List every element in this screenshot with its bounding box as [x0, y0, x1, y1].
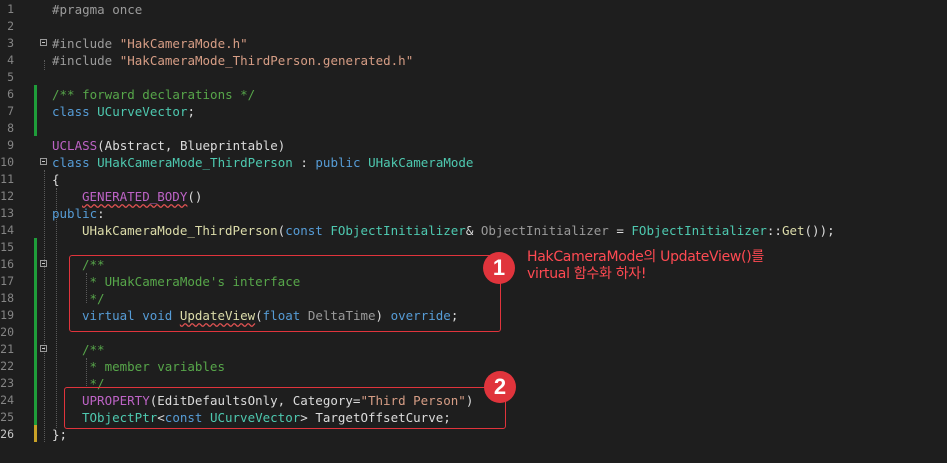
annotation-badge-1: 1	[483, 252, 515, 284]
fold-toggle-icon[interactable]	[40, 260, 47, 267]
code-text: {	[52, 172, 60, 187]
line-number: 24	[0, 393, 14, 407]
line-number: 14	[0, 223, 14, 237]
code-editor[interactable]: 1 #pragma once 2 3 #include "HakCameraMo…	[0, 0, 947, 463]
code-line-13[interactable]: 13 public:	[0, 205, 947, 222]
code-text: class UHakCameraMode_ThirdPerson : publi…	[52, 155, 474, 170]
annotation-note-line-2: virtual 함수화 하자!	[527, 266, 647, 282]
code-line-14[interactable]: 14 UHakCameraMode_ThirdPerson(const FObj…	[0, 222, 947, 239]
code-line-4[interactable]: 4 #include "HakCameraMode_ThirdPerson.ge…	[0, 52, 947, 69]
line-number: 2	[7, 19, 14, 33]
code-text: * member variables	[82, 359, 225, 374]
code-text: /**	[82, 342, 105, 357]
code-line-15[interactable]: 15	[0, 239, 947, 256]
line-number: 7	[7, 104, 14, 118]
line-number: 9	[7, 138, 14, 152]
line-number: 15	[0, 240, 14, 254]
code-line-2[interactable]: 2	[0, 18, 947, 35]
code-line-3[interactable]: 3 #include "HakCameraMode.h"	[0, 35, 947, 52]
line-number: 11	[0, 172, 14, 186]
code-line-11[interactable]: 11 {	[0, 171, 947, 188]
line-number: 20	[0, 325, 14, 339]
code-line-1[interactable]: 1 #pragma once	[0, 1, 947, 18]
highlight-box-2	[64, 387, 506, 429]
line-number: 1	[7, 2, 14, 16]
code-text: GENERATED_BODY()	[82, 189, 203, 204]
code-line-5[interactable]: 5	[0, 69, 947, 86]
line-number: 19	[0, 308, 14, 322]
line-number-current: 26	[0, 427, 14, 441]
code-line-22[interactable]: 22 * member variables	[0, 358, 947, 375]
code-line-8[interactable]: 8	[0, 120, 947, 137]
line-number: 13	[0, 206, 14, 220]
code-line-21[interactable]: 21 /**	[0, 341, 947, 358]
line-number: 16	[0, 257, 14, 271]
line-number: 3	[7, 36, 14, 50]
line-number: 12	[0, 189, 14, 203]
line-number: 4	[7, 53, 14, 67]
highlight-box-1	[69, 255, 501, 332]
fold-toggle-icon[interactable]	[40, 158, 47, 165]
code-line-9[interactable]: 9 UCLASS(Abstract, Blueprintable)	[0, 137, 947, 154]
code-line-12[interactable]: 12 GENERATED_BODY()	[0, 188, 947, 205]
code-line-7[interactable]: 7 class UCurveVector;	[0, 103, 947, 120]
code-text: #pragma once	[52, 2, 143, 17]
code-text: UCLASS(Abstract, Blueprintable)	[52, 138, 286, 153]
code-text: UHakCameraMode_ThirdPerson(const FObject…	[82, 223, 835, 238]
line-number: 25	[0, 410, 14, 424]
line-number: 21	[0, 342, 14, 356]
line-number: 23	[0, 376, 14, 390]
code-text: #include "HakCameraMode.h"	[52, 36, 248, 51]
code-text: #include "HakCameraMode_ThirdPerson.gene…	[52, 53, 414, 68]
annotation-note-line-1: HakCameraMode의 UpdateView()를	[527, 249, 764, 265]
line-number: 6	[7, 87, 14, 101]
code-line-10[interactable]: 10 class UHakCameraMode_ThirdPerson : pu…	[0, 154, 947, 171]
code-text: public:	[52, 206, 105, 221]
line-number: 5	[7, 70, 14, 84]
line-number: 8	[7, 121, 14, 135]
line-number: 17	[0, 274, 14, 288]
fold-toggle-icon[interactable]	[40, 345, 47, 352]
fold-toggle-icon[interactable]	[40, 39, 47, 46]
line-number: 10	[0, 155, 14, 169]
code-text: class UCurveVector;	[52, 104, 195, 119]
annotation-badge-2: 2	[484, 371, 516, 403]
code-text: /** forward declarations */	[52, 87, 256, 102]
line-number: 22	[0, 359, 14, 373]
line-number: 18	[0, 291, 14, 305]
code-line-6[interactable]: 6 /** forward declarations */	[0, 86, 947, 103]
